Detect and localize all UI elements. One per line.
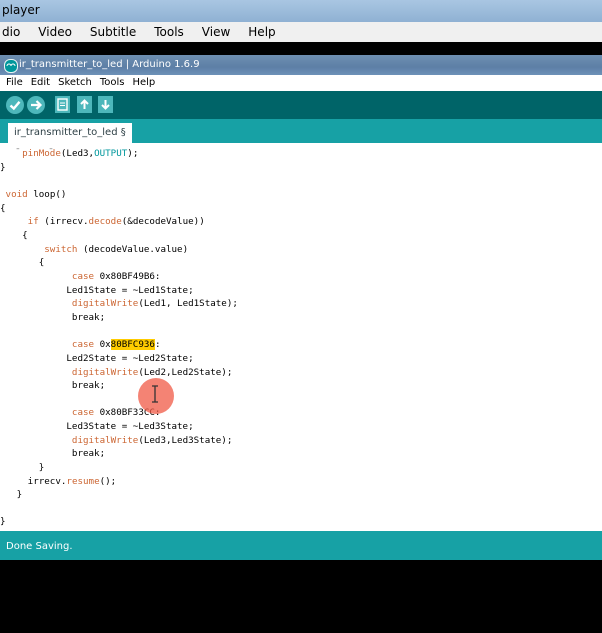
player-menu-audio[interactable]: dio xyxy=(0,22,29,42)
menu-sketch[interactable]: Sketch xyxy=(54,75,96,91)
code-line-6: { xyxy=(0,230,28,241)
player-menu-subtitle[interactable]: Subtitle xyxy=(81,22,145,42)
code-line-4: { xyxy=(0,203,6,214)
arrow-right-icon xyxy=(31,100,43,110)
code-line-15: Led2State = ~Led2State; xyxy=(0,353,194,364)
code-line-12: break; xyxy=(71,312,106,323)
arduino-title-bar: ir_transmitter_to_led | Arduino 1.6.9 xyxy=(0,55,602,75)
verify-button[interactable] xyxy=(6,96,24,114)
code-line-14: case 0x80BFC936: xyxy=(71,339,161,350)
new-button[interactable] xyxy=(55,96,70,113)
arduino-title: ir_transmitter_to_led | Arduino 1.6.9 xyxy=(19,59,200,70)
player-title: player xyxy=(2,3,40,17)
document-icon xyxy=(57,98,68,111)
checkmark-icon xyxy=(9,101,21,111)
player-menu-bar: dio Video Subtitle Tools View Help xyxy=(0,22,602,42)
arrow-up-icon xyxy=(80,99,89,109)
status-bar: Done Saving. xyxy=(0,531,602,560)
menu-help[interactable]: Help xyxy=(128,75,159,91)
code-line-5: if (irrecv.decode(&decodeValue)) xyxy=(27,216,205,227)
text-cursor-icon xyxy=(152,385,158,403)
player-menu-video[interactable]: Video xyxy=(29,22,81,42)
code-line-22: break; xyxy=(71,448,106,459)
menu-edit[interactable]: Edit xyxy=(27,75,54,91)
code-line-25: } xyxy=(0,489,23,500)
code-line-11: digitalWrite(Led1, Led1State); xyxy=(71,298,238,309)
code-line-17: break; xyxy=(71,380,106,391)
save-button[interactable] xyxy=(98,96,113,113)
upload-button[interactable] xyxy=(27,96,45,114)
tab-sketch[interactable]: ir_transmitter_to_led § xyxy=(8,123,132,143)
arrow-down-icon xyxy=(101,100,110,110)
arduino-window: ir_transmitter_to_led | Arduino 1.6.9 Fi… xyxy=(0,55,602,560)
tab-bar: ir_transmitter_to_led § xyxy=(0,119,602,143)
code-line-27: } xyxy=(0,516,6,527)
code-line-21: digitalWrite(Led3,Led3State); xyxy=(71,435,233,446)
menu-file[interactable]: File xyxy=(0,75,27,91)
status-text: Done Saving. xyxy=(6,541,73,552)
code-line-16: digitalWrite(Led2,Led2State); xyxy=(71,367,233,378)
open-button[interactable] xyxy=(77,96,92,113)
code-line-1: } xyxy=(0,162,6,173)
code-line-8: { xyxy=(0,257,45,268)
code-line-7: switch (decodeValue.value) xyxy=(44,244,189,255)
arduino-logo-icon xyxy=(4,59,18,73)
console-area xyxy=(0,560,602,633)
code-line-23: } xyxy=(0,462,45,473)
code-editor[interactable]: ¯ ¯ pinMode(Led3,OUTPUT); } void loop() … xyxy=(0,143,602,531)
player-menu-help[interactable]: Help xyxy=(239,22,284,42)
player-title-bar: player xyxy=(0,0,602,22)
code-line-10: Led1State = ~Led1State; xyxy=(0,285,194,296)
menu-tools[interactable]: Tools xyxy=(96,75,129,91)
player-menu-tools[interactable]: Tools xyxy=(145,22,193,42)
code-line-9: case 0x80BF49B6: xyxy=(71,271,161,282)
arduino-menu-bar: File Edit Sketch Tools Help xyxy=(0,75,602,91)
code-line-3: void loop() xyxy=(5,189,67,200)
code-line-20: Led3State = ~Led3State; xyxy=(0,421,194,432)
player-menu-view[interactable]: View xyxy=(193,22,239,42)
code-line-0: pinMode(Led3,OUTPUT); xyxy=(22,148,139,159)
selection-highlight: 80BFC936 xyxy=(110,339,155,350)
code-line-19: case 0x80BF33CC: xyxy=(71,407,161,418)
code-line-24: irrecv.resume(); xyxy=(27,476,117,487)
arduino-toolbar xyxy=(0,91,602,119)
